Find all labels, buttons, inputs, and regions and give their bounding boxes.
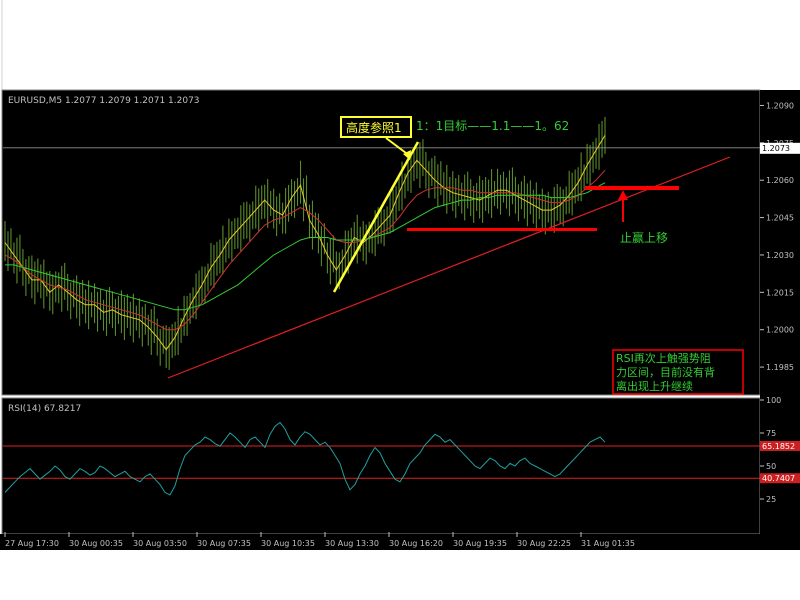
rsi-note-line-3: 离出现上升继续 xyxy=(616,379,693,393)
current-price-label: 1.2073 xyxy=(762,144,790,153)
rsi-tick-label: 100 xyxy=(766,396,781,405)
rsi-tick-label: 75 xyxy=(766,429,776,438)
price-tick-label: 1.2030 xyxy=(766,251,794,260)
price-tick-label: 1.2000 xyxy=(766,326,794,335)
rsi-panel[interactable] xyxy=(1,397,761,535)
rsi-note-line-1: RSI再次上触强势阻 xyxy=(616,351,711,365)
rsi-level-label: 40.7407 xyxy=(762,474,795,483)
price-tick-label: 1.2015 xyxy=(766,288,794,297)
top-blank-area xyxy=(0,0,800,90)
time-tick-label: 30 Aug 10:35 xyxy=(261,539,315,548)
red-level-line-upper[interactable] xyxy=(585,186,679,190)
price-tick-label: 1.2060 xyxy=(766,176,794,185)
time-tick-label: 30 Aug 19:35 xyxy=(453,539,507,548)
time-tick-label: 27 Aug 17:30 xyxy=(5,539,59,548)
rsi-tick-label: 50 xyxy=(766,462,776,471)
rsi-panel-title: RSI(14) 67.8217 xyxy=(8,404,81,414)
rsi-level-label: 65.1852 xyxy=(762,442,795,451)
time-tick-label: 30 Aug 13:30 xyxy=(325,539,379,548)
price-panel-title: EURUSD,M5 1.2077 1.2079 1.2071 1.2073 xyxy=(8,96,200,106)
chart-svg: EURUSD,M5 1.2077 1.2079 1.2071 1.2073 RS… xyxy=(0,0,800,600)
price-tick-label: 1.2090 xyxy=(766,101,794,110)
height-ref-label: 高度参照1 xyxy=(346,120,402,135)
stop-profit-label: 止赢上移 xyxy=(620,230,668,245)
rsi-tick-label: 25 xyxy=(766,495,776,504)
time-tick-label: 30 Aug 00:35 xyxy=(69,539,123,548)
price-tick-label: 1.1985 xyxy=(766,363,794,372)
target-text: 1：1目标——1.1——1。62 xyxy=(416,119,569,133)
rsi-note-line-2: 力区间，目前没有背 xyxy=(616,365,715,379)
time-tick-label: 30 Aug 22:25 xyxy=(517,539,571,548)
time-tick-label: 31 Aug 01:35 xyxy=(581,539,635,548)
time-tick-label: 30 Aug 16:20 xyxy=(389,539,443,548)
price-tick-label: 1.2045 xyxy=(766,214,794,223)
time-tick-label: 30 Aug 07:35 xyxy=(197,539,251,548)
red-level-line-lower[interactable] xyxy=(407,228,597,231)
time-tick-label: 30 Aug 03:50 xyxy=(133,539,187,548)
